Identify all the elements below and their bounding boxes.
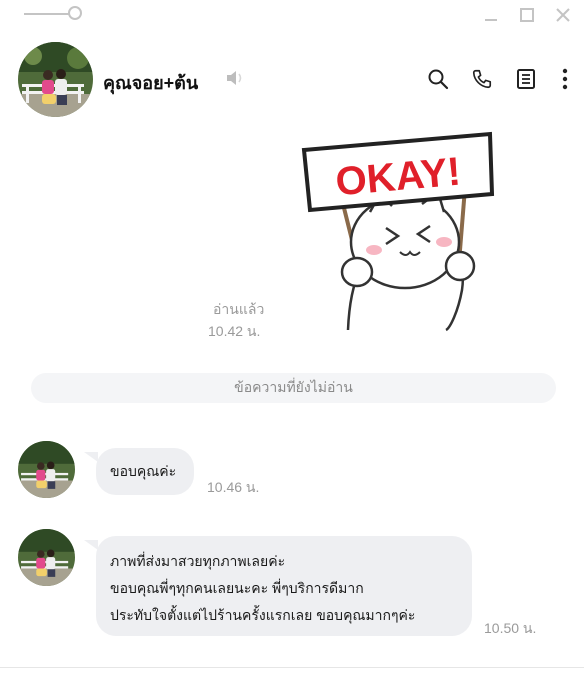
bubble-tail: [84, 452, 98, 462]
phone-icon: [472, 69, 492, 89]
zoom-slider-track[interactable]: [24, 13, 72, 15]
zoom-slider-handle[interactable]: [68, 6, 82, 20]
notes-button[interactable]: [511, 64, 541, 94]
maximize-button[interactable]: [515, 4, 539, 26]
more-button[interactable]: [550, 64, 580, 94]
message-text: ภาพที่ส่งมาสวยทุกภาพเลยค่ะ: [110, 553, 286, 569]
message-timestamp: 10.50 น.: [484, 620, 537, 636]
search-icon: [428, 69, 449, 90]
message-text: ขอบคุณค่ะ: [110, 462, 177, 479]
speaker-icon: [225, 69, 245, 87]
notes-icon: [517, 69, 535, 89]
minimize-icon: [485, 19, 497, 21]
close-icon: [556, 8, 570, 22]
chat-title: คุณจอย+ต้น: [103, 73, 199, 93]
message-bubble[interactable]: ขอบคุณค่ะ: [96, 448, 194, 495]
message-timestamp: 10.46 น.: [207, 479, 260, 495]
input-divider: [0, 667, 584, 668]
more-icon: [562, 68, 568, 90]
message-bubble[interactable]: ภาพที่ส่งมาสวยทุกภาพเลยค่ะ ขอบคุณพี่ๆทุก…: [96, 536, 472, 636]
okay-sticker[interactable]: OKAY!: [300, 130, 496, 335]
unread-divider-label: ข้อความที่ยังไม่อ่าน: [234, 379, 353, 395]
chat-avatar[interactable]: [18, 42, 93, 117]
message-text: ประทับใจตั้งแต่ไปร้านครั้งแรกเลย ขอบคุณม…: [110, 607, 416, 623]
read-receipt: อ่านแล้ว: [213, 301, 265, 317]
bubble-tail: [84, 540, 98, 550]
message-text: ขอบคุณพี่ๆทุกคนเลยนะคะ พี่ๆบริการดีมาก: [110, 580, 364, 596]
unread-divider: ข้อความที่ยังไม่อ่าน: [31, 373, 556, 403]
maximize-icon: [520, 8, 534, 22]
close-button[interactable]: [551, 4, 575, 26]
sender-avatar[interactable]: [18, 441, 75, 498]
search-button[interactable]: [423, 64, 453, 94]
sent-timestamp: 10.42 น.: [208, 323, 261, 339]
minimize-button[interactable]: [479, 4, 503, 26]
sender-avatar[interactable]: [18, 529, 75, 586]
call-button[interactable]: [467, 64, 497, 94]
